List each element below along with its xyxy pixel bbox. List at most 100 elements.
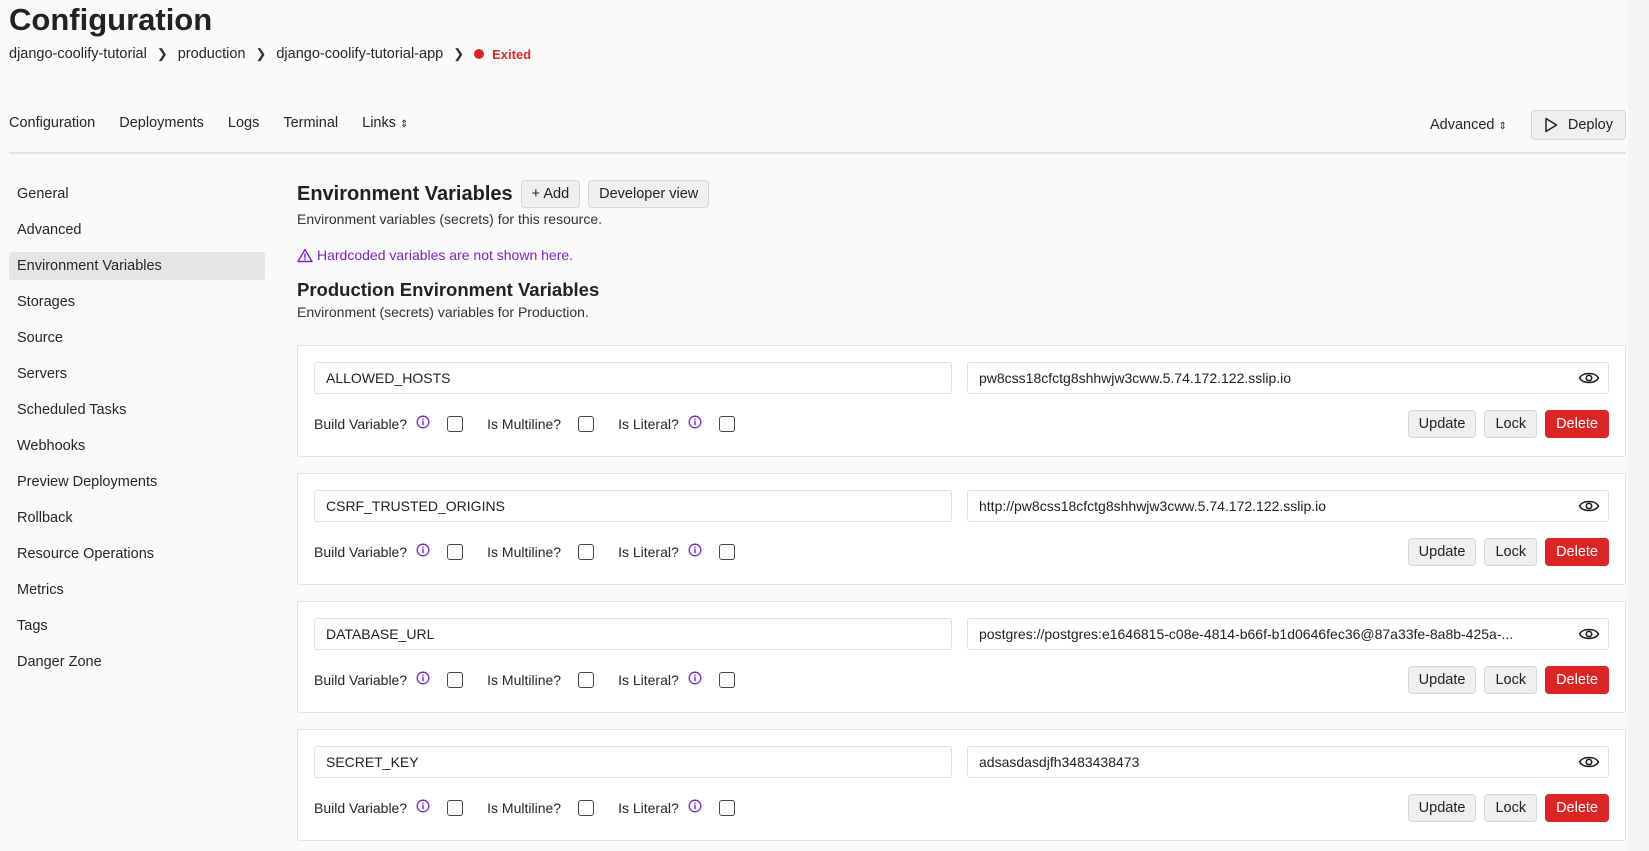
play-icon <box>1545 117 1558 133</box>
breadcrumb-project[interactable]: django-coolify-tutorial <box>9 46 147 62</box>
links-label: Links <box>362 115 396 131</box>
advanced-dropdown[interactable]: Advanced ⇕ <box>1430 117 1507 133</box>
eye-icon[interactable] <box>1578 370 1600 386</box>
sidebar-item-environment-variables[interactable]: Environment Variables <box>9 252 265 280</box>
literal-checkbox[interactable] <box>718 415 735 432</box>
delete-button[interactable]: Delete <box>1545 666 1609 694</box>
literal-checkbox[interactable] <box>718 543 735 560</box>
build-variable-label: Build Variable? <box>314 671 408 688</box>
tab-deployments[interactable]: Deployments <box>119 115 204 131</box>
sidebar-item-resource-operations[interactable]: Resource Operations <box>9 540 265 568</box>
literal-checkbox[interactable] <box>718 671 735 688</box>
multiline-checkbox[interactable] <box>578 543 595 560</box>
multiline-checkbox[interactable] <box>578 799 595 816</box>
update-button[interactable]: Update <box>1407 794 1477 822</box>
info-icon[interactable] <box>416 671 430 688</box>
info-icon[interactable] <box>416 543 430 560</box>
build-variable-checkbox[interactable] <box>447 415 464 432</box>
variable-key-input[interactable]: SECRET_KEY <box>314 746 952 778</box>
warning-icon <box>297 248 313 262</box>
info-icon[interactable] <box>416 415 430 432</box>
variable-value: postgres://postgres:e1646815-c08e-4814-b… <box>979 626 1514 642</box>
eye-icon[interactable] <box>1578 498 1600 514</box>
multiline-checkbox[interactable] <box>578 671 595 688</box>
status-badge: Exited <box>492 46 532 62</box>
sidebar-item-scheduled-tasks[interactable]: Scheduled Tasks <box>9 396 265 424</box>
lock-button[interactable]: Lock <box>1484 666 1538 694</box>
breadcrumb: django-coolify-tutorial ❯ production ❯ dja… <box>9 46 531 62</box>
chevron-updown-icon: ⇕ <box>399 119 409 130</box>
status-dot-icon <box>474 49 485 59</box>
literal-label: Is Literal? <box>618 543 679 560</box>
sidebar-item-webhooks[interactable]: Webhooks <box>9 432 265 460</box>
variable-value-input[interactable]: pw8css18cfctg8shhwjw3cww.5.74.172.122.ss… <box>967 362 1609 394</box>
main-content: Environment Variables + Add Developer vi… <box>297 180 1626 320</box>
variable-value: pw8css18cfctg8shhwjw3cww.5.74.172.122.ss… <box>979 370 1292 386</box>
lock-button[interactable]: Lock <box>1484 794 1538 822</box>
eye-icon[interactable] <box>1578 626 1600 642</box>
info-icon[interactable] <box>416 799 430 816</box>
divider <box>9 152 1626 154</box>
lock-button[interactable]: Lock <box>1484 410 1538 438</box>
delete-button[interactable]: Delete <box>1545 410 1609 438</box>
sidebar-item-general[interactable]: General <box>9 180 265 208</box>
info-icon[interactable] <box>688 543 702 560</box>
variable-value-input[interactable]: http://pw8css18cfctg8shhwjw3cww.5.74.172… <box>967 490 1609 522</box>
advanced-label: Advanced <box>1429 117 1495 133</box>
variable-key-input[interactable]: DATABASE_URL <box>314 618 952 650</box>
chevron-updown-icon: ⇕ <box>1498 121 1507 132</box>
sidebar-item-storages[interactable]: Storages <box>9 288 265 316</box>
sidebar-item-danger-zone[interactable]: Danger Zone <box>9 648 265 676</box>
top-nav: Configuration Deployments Logs Terminal … <box>9 115 408 131</box>
hardcoded-warning: Hardcoded variables are not shown here. <box>297 247 1626 263</box>
sidebar-item-rollback[interactable]: Rollback <box>9 504 265 532</box>
production-title: Production Environment Variables <box>297 279 600 300</box>
build-variable-label: Build Variable? <box>314 543 408 560</box>
sidebar-item-preview-deployments[interactable]: Preview Deployments <box>9 468 265 496</box>
page-title: Configuration <box>9 2 213 37</box>
breadcrumb-app[interactable]: django-coolify-tutorial-app <box>276 46 443 62</box>
tab-terminal[interactable]: Terminal <box>283 115 338 131</box>
lock-button[interactable]: Lock <box>1484 538 1538 566</box>
build-variable-checkbox[interactable] <box>447 799 464 816</box>
multiline-label: Is Multiline? <box>487 415 562 432</box>
build-variable-checkbox[interactable] <box>447 543 464 560</box>
literal-label: Is Literal? <box>618 799 679 816</box>
update-button[interactable]: Update <box>1407 538 1477 566</box>
variable-value-input[interactable]: adsasdasdjfh3483438473 <box>967 746 1609 778</box>
variable-key-input[interactable]: ALLOWED_HOSTS <box>314 362 952 394</box>
variable-key-input[interactable]: CSRF_TRUSTED_ORIGINS <box>314 490 952 522</box>
section-title: Environment Variables <box>297 182 513 205</box>
literal-checkbox[interactable] <box>718 799 735 816</box>
sidebar-item-servers[interactable]: Servers <box>9 360 265 388</box>
literal-label: Is Literal? <box>618 671 679 688</box>
info-icon[interactable] <box>688 671 702 688</box>
breadcrumb-environment[interactable]: production <box>178 46 246 62</box>
sidebar-item-advanced[interactable]: Advanced <box>9 216 265 244</box>
eye-icon[interactable] <box>1578 754 1600 770</box>
build-variable-checkbox[interactable] <box>447 671 464 688</box>
deploy-button[interactable]: Deploy <box>1530 110 1626 140</box>
add-button[interactable]: + Add <box>520 180 581 208</box>
sidebar-item-tags[interactable]: Tags <box>9 612 265 640</box>
variable-value-input[interactable]: postgres://postgres:e1646815-c08e-4814-b… <box>967 618 1609 650</box>
sidebar-item-source[interactable]: Source <box>9 324 265 352</box>
info-icon[interactable] <box>688 799 702 816</box>
env-variable-card: CSRF_TRUSTED_ORIGINS http://pw8css18cfct… <box>297 473 1626 585</box>
multiline-label: Is Multiline? <box>487 799 562 816</box>
info-icon[interactable] <box>688 415 702 432</box>
links-dropdown[interactable]: Links ⇕ <box>362 115 408 131</box>
multiline-label: Is Multiline? <box>487 671 562 688</box>
multiline-label: Is Multiline? <box>487 543 562 560</box>
update-button[interactable]: Update <box>1407 410 1477 438</box>
sidebar-item-metrics[interactable]: Metrics <box>9 576 265 604</box>
scrollbar[interactable] <box>1628 0 1649 851</box>
delete-button[interactable]: Delete <box>1545 794 1609 822</box>
delete-button[interactable]: Delete <box>1545 538 1609 566</box>
deploy-label: Deploy <box>1567 117 1613 133</box>
tab-configuration[interactable]: Configuration <box>9 115 95 131</box>
multiline-checkbox[interactable] <box>578 415 595 432</box>
developer-view-button[interactable]: Developer view <box>588 180 710 208</box>
tab-logs[interactable]: Logs <box>228 115 259 131</box>
update-button[interactable]: Update <box>1407 666 1477 694</box>
